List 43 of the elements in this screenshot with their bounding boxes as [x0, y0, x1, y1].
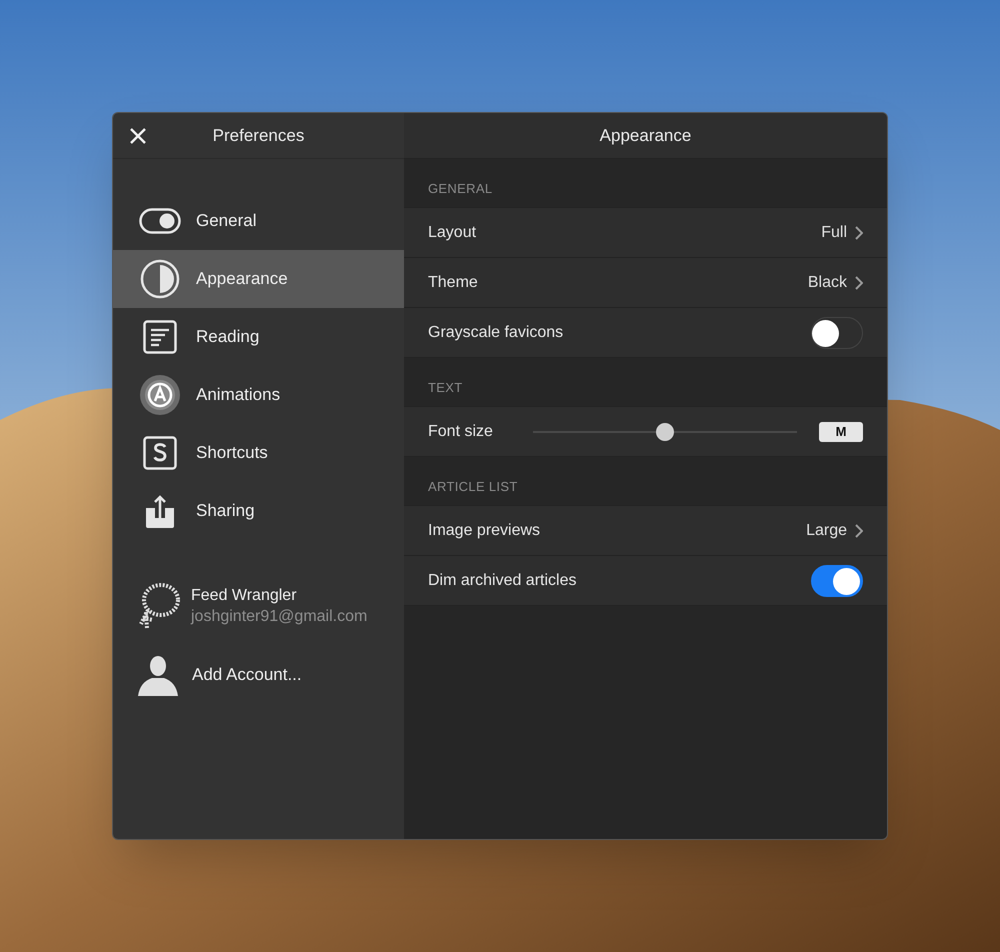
chevron-right-icon — [855, 524, 863, 538]
setting-label: Font size — [428, 422, 493, 442]
half-circle-icon — [140, 259, 180, 299]
account-name: Feed Wrangler — [191, 586, 298, 606]
sidebar-item[interactable]: Shortcuts — [113, 424, 404, 482]
slider-thumb[interactable] — [656, 422, 674, 440]
panel-title: Appearance — [600, 124, 692, 147]
settings-row[interactable]: Theme Black — [404, 258, 887, 308]
setting-value: Large — [806, 520, 847, 540]
setting-label: Dim archived articles — [428, 570, 576, 590]
settings-row[interactable]: Grayscale favicons — [404, 308, 887, 358]
settings-row[interactable]: Dim archived articles — [404, 556, 887, 606]
toggle-icon — [139, 208, 181, 234]
setting-label: Theme — [428, 272, 478, 292]
setting-label: Layout — [428, 222, 476, 242]
sidebar-item[interactable]: Appearance — [113, 250, 404, 308]
setting-value: Full — [821, 222, 847, 242]
chevron-right-icon — [855, 226, 863, 240]
share-icon — [144, 494, 176, 528]
size-badge: M — [819, 422, 863, 442]
toggle-switch[interactable] — [811, 564, 863, 596]
setting-value: Black — [808, 272, 847, 292]
section-heading: GENERAL — [428, 180, 492, 198]
settings-row[interactable]: Image previews Large — [404, 506, 887, 556]
setting-label: Image previews — [428, 520, 540, 540]
section-heading: ARTICLE LIST — [428, 478, 518, 496]
section-heading: TEXT — [428, 378, 463, 396]
setting-label: Grayscale favicons — [428, 322, 564, 342]
toggle-switch[interactable] — [811, 316, 863, 348]
sidebar-title: Preferences — [212, 124, 304, 147]
add-account-item[interactable]: Add Account... — [113, 654, 404, 696]
sidebar-item[interactable]: General — [113, 192, 404, 250]
font-size-slider[interactable] — [532, 422, 797, 440]
sidebar-item[interactable]: Animations — [113, 366, 404, 424]
chevron-right-icon — [855, 276, 863, 290]
sidebar-item[interactable]: Reading — [113, 308, 404, 366]
text-lines-icon — [143, 320, 177, 354]
close-icon — [130, 128, 146, 144]
account-email: joshginter91@gmail.com — [191, 607, 368, 627]
person-silhouette-icon — [136, 654, 180, 696]
letter-circle-icon — [139, 374, 181, 416]
sidebar-item[interactable]: Sharing — [113, 482, 404, 540]
settings-row[interactable]: Layout Full — [404, 208, 887, 258]
